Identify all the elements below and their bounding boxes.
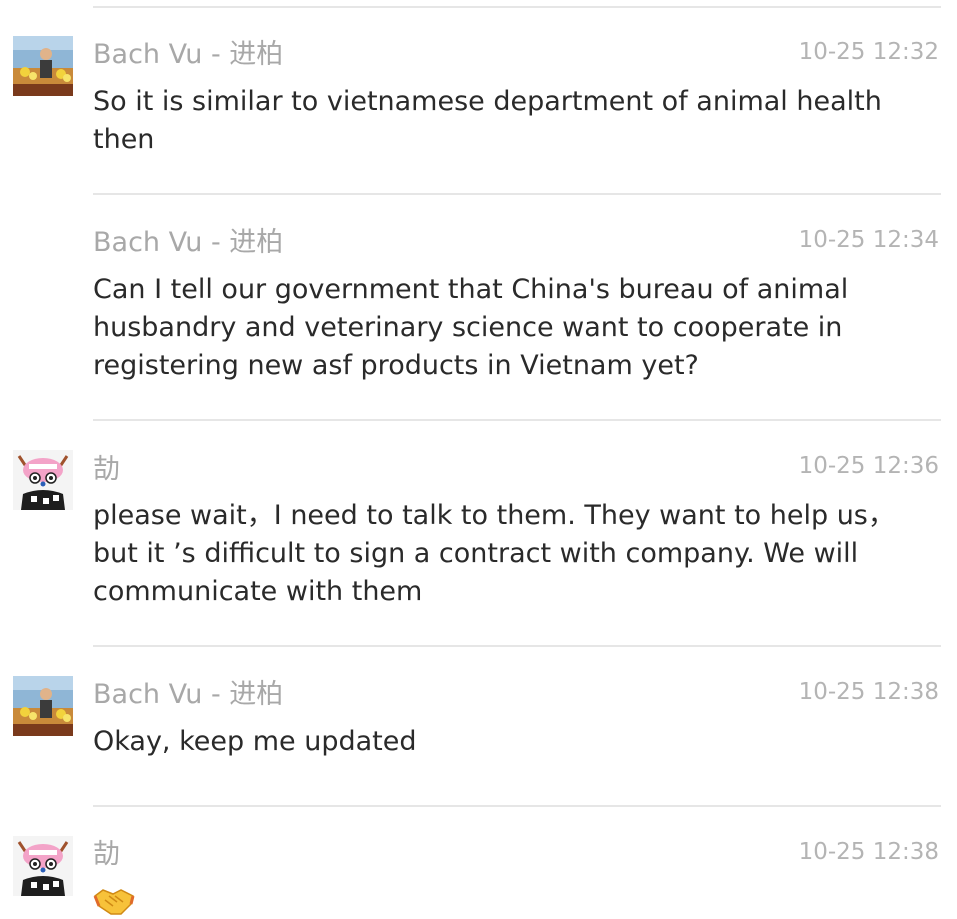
photo-avatar-icon	[13, 36, 73, 96]
cartoon-avatar-icon	[13, 836, 73, 896]
handshake-icon	[93, 889, 135, 915]
sender-name[interactable]: Bach Vu - 进柏	[93, 226, 283, 260]
message-emoji[interactable]	[93, 884, 135, 918]
cartoon-avatar-icon	[13, 450, 73, 510]
sender-name[interactable]: Bach Vu - 进柏	[93, 38, 283, 72]
chat-history: Bach Vu - 进柏 10-25 12:32 So it is simila…	[0, 0, 957, 919]
message-text[interactable]: Can I tell our government that China's b…	[93, 271, 923, 385]
message-timestamp: 10-25 12:38	[798, 679, 939, 705]
sender-avatar[interactable]	[13, 36, 73, 96]
photo-avatar-icon	[13, 676, 73, 736]
divider	[93, 805, 941, 807]
sender-name[interactable]: Bach Vu - 进柏	[93, 678, 283, 712]
divider	[93, 193, 941, 195]
divider	[93, 645, 941, 647]
message-text[interactable]: So it is similar to vietnamese departmen…	[93, 83, 913, 159]
message-timestamp: 10-25 12:32	[798, 39, 939, 65]
sender-avatar[interactable]	[13, 676, 73, 736]
message-text[interactable]: please wait，I need to talk to them. They…	[93, 497, 923, 611]
message-timestamp: 10-25 12:36	[798, 453, 939, 479]
message-text[interactable]: Okay, keep me updated	[93, 723, 913, 761]
message-timestamp: 10-25 12:38	[798, 839, 939, 865]
sender-avatar[interactable]	[13, 450, 73, 510]
sender-avatar[interactable]	[13, 836, 73, 896]
sender-name[interactable]: 劼	[93, 838, 120, 872]
sender-name[interactable]: 劼	[93, 453, 120, 487]
divider	[93, 419, 941, 421]
divider	[93, 6, 941, 8]
message-timestamp: 10-25 12:34	[798, 227, 939, 253]
